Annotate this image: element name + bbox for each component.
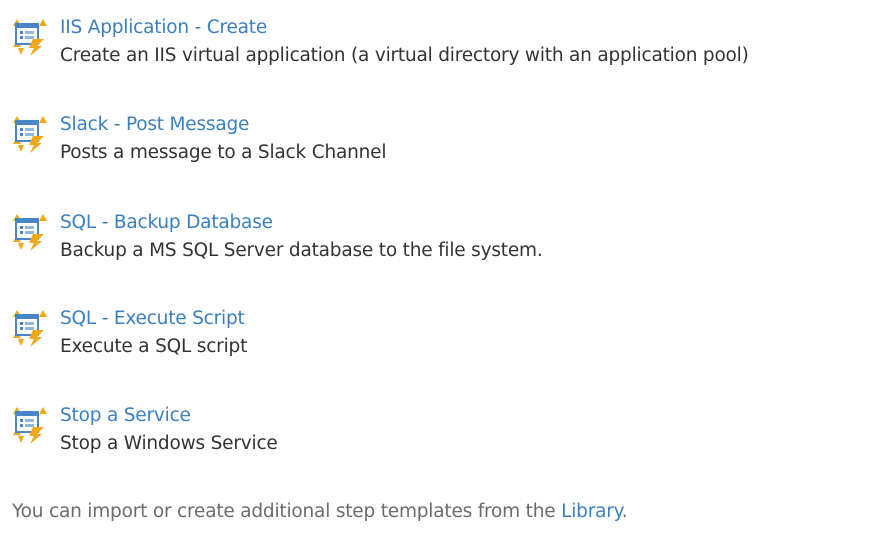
template-item-sql-backup-database: SQL - Backup Database Backup a MS SQL Se… xyxy=(0,209,873,273)
template-title[interactable]: IIS Application - Create xyxy=(60,14,267,42)
template-description: Stop a Windows Service xyxy=(60,433,278,454)
library-hint-period: . xyxy=(621,501,628,522)
template-item-iis-application-create: IIS Application - Create Create an IIS v… xyxy=(0,14,873,78)
step-template-icon xyxy=(12,212,48,252)
template-description: Posts a message to a Slack Channel xyxy=(60,142,387,163)
template-description: Create an IIS virtual application (a vir… xyxy=(60,45,749,66)
step-template-icon xyxy=(12,308,48,348)
template-title[interactable]: Stop a Service xyxy=(60,402,191,430)
step-template-icon xyxy=(12,17,48,57)
template-item-sql-execute-script: SQL - Execute Script Execute a SQL scrip… xyxy=(0,305,873,369)
library-link[interactable]: Library xyxy=(561,501,622,522)
library-hint-text: You can import or create additional step… xyxy=(12,501,562,522)
step-template-icon xyxy=(12,114,48,154)
template-description: Backup a MS SQL Server database to the f… xyxy=(60,240,543,261)
template-item-stop-a-service: Stop a Service Stop a Windows Service xyxy=(0,402,873,466)
template-title[interactable]: SQL - Backup Database xyxy=(60,209,273,237)
template-item-slack-post-message: Slack - Post Message Posts a message to … xyxy=(0,111,873,175)
template-title[interactable]: Slack - Post Message xyxy=(60,111,249,139)
template-description: Execute a SQL script xyxy=(60,336,248,357)
step-template-icon xyxy=(12,405,48,445)
library-hint: You can import or create additional step… xyxy=(12,497,628,527)
template-title[interactable]: SQL - Execute Script xyxy=(60,305,245,333)
